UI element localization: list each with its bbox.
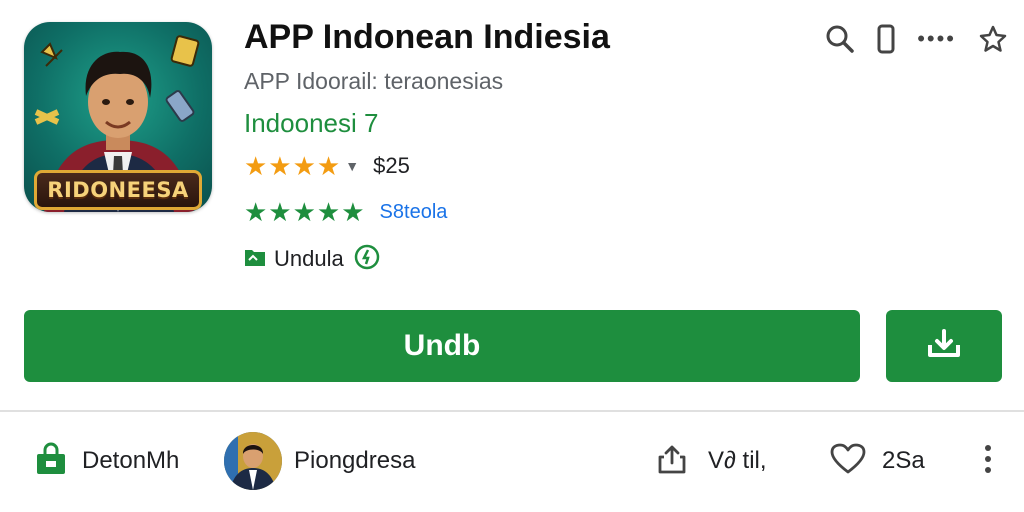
reviews-link[interactable]: S8teola [380,201,448,224]
download-button[interactable] [886,310,1002,382]
store-item[interactable]: DetonMh [34,430,179,492]
app-title: APP Indonean Indiesia [244,18,610,56]
heart-icon [830,443,866,480]
app-icon: RIDONEESA [24,22,212,212]
caret-down-icon: ▼ [345,158,360,174]
vertical-dots-icon [978,442,998,481]
likes-count: 2Sa [882,447,925,474]
icon-banner-text: RIDONEESA [47,178,189,202]
like-item[interactable]: 2Sa [830,430,925,492]
badge-label: Undula [274,246,344,271]
share-label: V∂ til, [708,447,767,474]
share-item[interactable]: V∂ til, [656,430,767,492]
folder-icon [244,247,266,272]
download-icon [926,328,962,364]
developer-name: Piongdresa [294,447,416,474]
rating-row: ★★★★ ▼ $25 [244,150,410,181]
rating-stars: ★★★★ [244,150,342,181]
rating-row-secondary: ★★★★★ S8teola [244,196,448,227]
developer-item[interactable]: Piongdresa [224,430,415,492]
developer-link[interactable]: Indoonesi 7 [244,108,378,139]
shopping-bag-icon [34,442,68,481]
check-circle-icon [354,244,380,275]
icon-banner: RIDONEESA [34,170,202,210]
rating-stars-secondary: ★★★★★ [244,196,366,227]
install-button[interactable]: Undb [24,310,860,382]
overflow-menu-button[interactable] [978,430,998,492]
search-icon[interactable] [825,24,855,54]
phone-icon[interactable] [877,24,895,54]
bottom-bar: DetonMh Piongdresa V∂ til, 2Sa [0,430,1024,492]
divider [0,410,1024,412]
app-subtitle: APP Idoorail: teraonesias [244,68,504,94]
store-label: DetonMh [82,447,180,474]
more-dots-icon[interactable]: •••• [917,26,956,52]
badge-row: Undula [244,244,380,275]
star-outline-icon[interactable] [978,24,1008,54]
price-label: $25 [373,153,410,178]
share-icon [656,443,688,480]
avatar [224,432,282,490]
top-toolbar: •••• [825,24,1008,54]
